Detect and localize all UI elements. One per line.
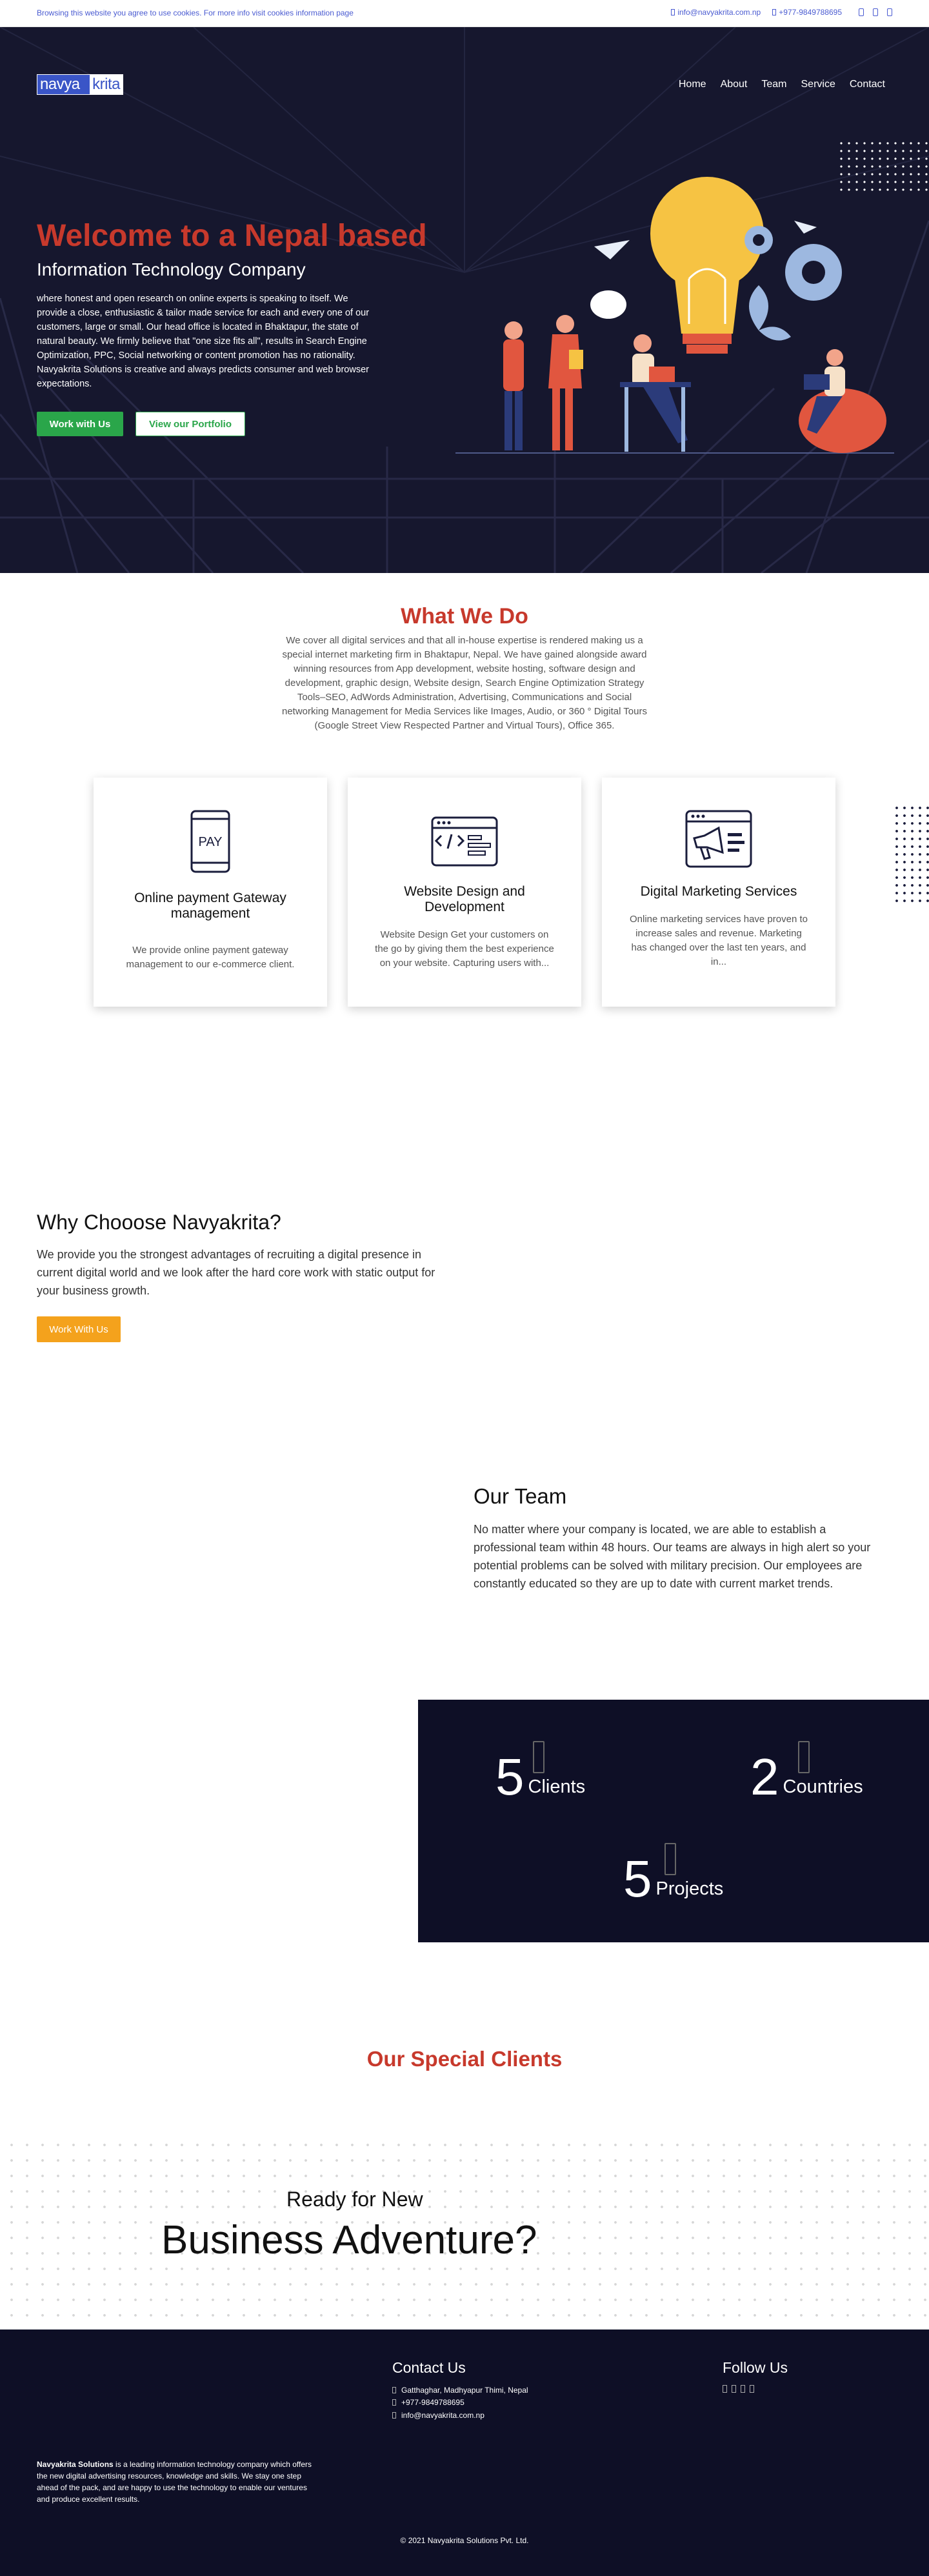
phone-icon <box>392 2399 396 2406</box>
nav-contact[interactable]: Contact <box>850 79 885 90</box>
contact-us-title: Contact Us <box>392 2359 466 2376</box>
view-portfolio-button[interactable]: View our Portfolio <box>135 412 245 436</box>
top-contacts: info@navyakrita.com.np +977-9849788695 <box>671 8 892 17</box>
footer-about-text: Navyakrita Solutions is a leading inform… <box>37 2459 314 2505</box>
team-working-illustration <box>455 177 894 454</box>
countries-icon <box>798 1741 810 1773</box>
email-icon <box>392 2412 396 2419</box>
hero-title: Welcome to a Nepal based <box>37 219 427 253</box>
main-nav: Home About Team Service Contact <box>679 79 885 90</box>
service-card-web-design[interactable]: Website Design and Development Website D… <box>348 778 581 1007</box>
our-team-title: Our Team <box>474 1484 567 1508</box>
footer-email[interactable]: info@navyakrita.com.np <box>392 2411 484 2420</box>
clients-icon <box>533 1741 544 1773</box>
address-text: Gatthaghar, Madhyapur Thimi, Nepal <box>401 2386 528 2395</box>
work-with-us-button[interactable]: Work with Us <box>37 412 123 436</box>
card-title: Online payment Gateway management <box>134 891 286 921</box>
twitter-icon[interactable] <box>732 2385 736 2393</box>
phone-icon <box>772 9 777 15</box>
ready-subtitle: Ready for New <box>286 2188 423 2211</box>
card-description: Website Design Get your customers on the… <box>375 929 554 969</box>
what-we-do-description: We cover all digital services and that a… <box>281 635 647 731</box>
card-description: Online marketing services have proven to… <box>630 914 808 967</box>
twitter-icon[interactable] <box>873 8 878 16</box>
social-icons <box>723 2385 754 2393</box>
top-bar: Browsing this website you agree to use c… <box>0 0 929 27</box>
card-description: We provide online payment gateway manage… <box>126 945 295 970</box>
stat-value: 2 <box>750 1748 779 1806</box>
company-name: Navyakrita Solutions <box>37 2460 114 2469</box>
hero-subtitle: Information Technology Company <box>37 259 306 279</box>
card-title: Website Design and Development <box>404 884 525 914</box>
facebook-icon[interactable] <box>723 2385 727 2393</box>
footer-phone[interactable]: +977-9849788695 <box>392 2398 464 2407</box>
dots-decoration <box>893 804 929 906</box>
phone-text[interactable]: +977-9849788695 <box>401 2398 464 2407</box>
card-title: Digital Marketing Services <box>640 884 797 899</box>
logo-text-right: krita <box>90 75 123 94</box>
linkedin-icon[interactable] <box>741 2385 745 2393</box>
ready-title: Business Adventure? <box>161 2218 537 2262</box>
megaphone-icon <box>602 810 835 874</box>
follow-us-title: Follow Us <box>723 2359 788 2376</box>
hero-description: where honest and open research on online… <box>37 294 370 389</box>
stat-value: 5 <box>623 1850 652 1907</box>
our-team-description: No matter where your company is located,… <box>474 1523 871 1590</box>
stat-projects: 5 Projects <box>623 1843 724 1907</box>
pay-icon-text: PAY <box>198 835 222 849</box>
special-clients-title: Our Special Clients <box>366 2047 563 2071</box>
code-window-icon <box>348 810 581 874</box>
instagram-icon[interactable] <box>750 2385 754 2393</box>
email-text[interactable]: info@navyakrita.com.np <box>401 2411 484 2420</box>
logo-text-left: navya <box>37 75 90 94</box>
why-choose-title: Why Chooose Navyakrita? <box>37 1211 281 1234</box>
stat-label: Projects <box>655 1878 724 1899</box>
navyakrita-logo[interactable]: navya krita <box>37 74 123 95</box>
email-icon <box>671 9 675 15</box>
nav-home[interactable]: Home <box>679 79 706 90</box>
footer-address: Gatthaghar, Madhyapur Thimi, Nepal <box>392 2386 528 2395</box>
payment-pay-icon: PAY <box>94 810 327 874</box>
stat-label: Countries <box>783 1776 863 1797</box>
stat-clients: 5 Clients <box>495 1741 586 1806</box>
service-card-digital-marketing[interactable]: Digital Marketing Services Online market… <box>602 778 835 1007</box>
location-icon <box>392 2387 396 2393</box>
work-with-us-button[interactable]: Work With Us <box>37 1316 121 1342</box>
copyright: © 2021 Navyakrita Solutions Pvt. Ltd. <box>400 2536 529 2545</box>
stat-value: 5 <box>495 1748 524 1806</box>
nav-team[interactable]: Team <box>761 79 786 90</box>
nav-about[interactable]: About <box>721 79 748 90</box>
stats-panel: 5 Clients 2 Countries 5 Projects <box>418 1700 929 1942</box>
top-email-link[interactable]: info@navyakrita.com.np <box>677 8 761 17</box>
top-phone-link[interactable]: +977-9849788695 <box>779 8 842 17</box>
projects-icon <box>664 1843 676 1875</box>
facebook-icon[interactable] <box>859 8 864 16</box>
service-card-payment[interactable]: PAY Online payment Gateway management We… <box>94 778 327 1007</box>
why-choose-description: We provide you the strongest advantages … <box>37 1248 435 1297</box>
what-we-do-title: What We Do <box>401 604 528 629</box>
hero-section: navya krita Home About Team Service Cont… <box>0 27 929 573</box>
stat-label: Clients <box>528 1776 586 1797</box>
linkedin-icon[interactable] <box>887 8 892 16</box>
nav-service[interactable]: Service <box>801 79 835 90</box>
stat-countries: 2 Countries <box>750 1741 863 1806</box>
cookie-notice-link[interactable]: Browsing this website you agree to use c… <box>37 8 354 17</box>
